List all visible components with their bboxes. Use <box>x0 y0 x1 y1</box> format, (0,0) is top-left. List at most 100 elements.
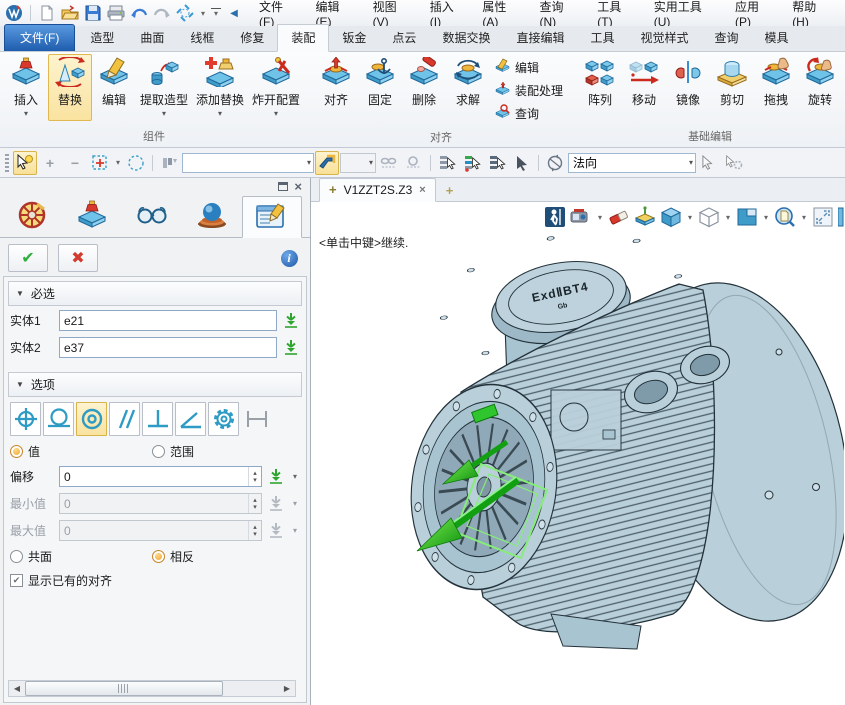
distance-constraint-button[interactable] <box>241 402 272 436</box>
ribbon-tab-visualstyle[interactable]: 视觉样式 <box>627 25 701 51</box>
toolbar-grip-handle[interactable] <box>5 154 9 172</box>
delete-align-button[interactable]: 删除 <box>402 54 446 121</box>
entity2-input[interactable] <box>60 338 276 357</box>
list-combobox-caret[interactable]: ▾ <box>369 158 373 167</box>
scroll-right-button[interactable]: ▶ <box>279 684 295 693</box>
pick-target-button[interactable] <box>175 3 195 23</box>
direction-combobox-caret[interactable]: ▾ <box>689 158 693 167</box>
align-button[interactable]: 对齐 <box>314 54 358 121</box>
direction-flip-button[interactable] <box>543 151 567 175</box>
save-button[interactable] <box>83 3 103 23</box>
edit-align-button[interactable]: 编辑 <box>492 57 566 78</box>
undo-button[interactable] <box>129 3 149 23</box>
gear-constraint-button[interactable] <box>208 402 239 436</box>
ribbon-tab-dataexchange[interactable]: 数据交换 <box>429 25 503 51</box>
angle-constraint-button[interactable] <box>175 402 206 436</box>
solve-button[interactable]: 求解 <box>446 54 490 121</box>
move-button[interactable]: 移动 <box>622 54 666 121</box>
graphics-viewport[interactable]: ▾ ▾ ▾ ▾ ▾ <单击中键>继续. <box>311 202 845 705</box>
pattern-button[interactable]: 阵列 <box>578 54 622 121</box>
customize-toolbar-caret[interactable]: ▾ <box>211 8 221 18</box>
panel-close-button[interactable]: × <box>294 182 302 192</box>
cut-button[interactable]: 剪切 <box>710 54 754 121</box>
required-section-header[interactable]: ▼ 必选 <box>8 281 302 306</box>
pick-lasso-button[interactable] <box>124 151 148 175</box>
info-button[interactable]: i <box>276 245 302 271</box>
ribbon-tab-mold[interactable]: 模具 <box>752 25 802 51</box>
tab-render[interactable] <box>182 195 242 237</box>
ribbon-tab-assembly[interactable]: 装配 <box>277 24 329 52</box>
cancel-button[interactable]: ✖ <box>58 244 98 272</box>
pick-filter-button[interactable] <box>157 151 181 175</box>
print-button[interactable] <box>106 3 126 23</box>
ribbon-file-tab[interactable]: 文件(F) <box>4 24 75 51</box>
options-section-header[interactable]: ▼ 选项 <box>8 372 302 397</box>
open-file-button[interactable] <box>60 3 80 23</box>
pick-list-button[interactable] <box>435 151 459 175</box>
ok-button[interactable]: ✔ <box>8 244 48 272</box>
escape-button[interactable] <box>315 151 339 175</box>
ribbon-tab-directedit[interactable]: 直接编辑 <box>503 25 577 51</box>
edit-component-button[interactable]: 编辑 <box>92 54 136 121</box>
chain-pick-button[interactable] <box>377 151 401 175</box>
entity1-input[interactable] <box>60 311 276 330</box>
collapse-toolbar-button[interactable]: ◀ <box>224 3 244 23</box>
pick-window-button[interactable] <box>88 151 112 175</box>
opposite-radio[interactable]: 相反 <box>152 548 294 565</box>
perpendicular-constraint-button[interactable] <box>142 402 173 436</box>
assembly-process-button[interactable]: 装配处理 <box>492 80 566 101</box>
document-tab[interactable]: + V1ZZT2S.Z3 × <box>319 178 436 202</box>
ribbon-tab-sheetmetal[interactable]: 钣金 <box>329 25 379 51</box>
add-pick-button[interactable]: + <box>38 151 62 175</box>
direction-combobox-input[interactable] <box>569 154 695 172</box>
pick-cursor-button[interactable] <box>697 151 721 175</box>
value-radio[interactable]: 值 <box>10 443 152 460</box>
coplanar-radio[interactable]: 共面 <box>10 548 152 565</box>
rotate-button[interactable]: 旋转 <box>798 54 842 121</box>
replace-component-button[interactable]: 替换 <box>48 54 92 121</box>
show-existing-checkbox[interactable]: ✔ 显示已有的对齐 <box>10 572 112 589</box>
filter-combobox-caret[interactable]: ▾ <box>307 158 311 167</box>
offset-options-caret[interactable]: ▾ <box>290 472 300 481</box>
tab-assembly[interactable] <box>62 195 122 237</box>
list-combobox[interactable]: ▾ <box>340 153 376 173</box>
mirror-button[interactable]: 镜像 <box>666 54 710 121</box>
ribbon-tab-surface[interactable]: 曲面 <box>127 25 177 51</box>
remove-pick-button[interactable]: − <box>63 151 87 175</box>
pick-list-color-button[interactable] <box>460 151 484 175</box>
entity2-pick-button[interactable] <box>282 339 300 357</box>
panel-horizontal-scrollbar[interactable]: ◀ ▶ <box>8 680 296 697</box>
document-tab-close-icon[interactable]: × <box>419 184 425 196</box>
offset-input[interactable] <box>60 467 248 486</box>
panel-restore-button[interactable] <box>278 182 288 191</box>
tab-input-form[interactable] <box>242 196 302 238</box>
redo-button[interactable] <box>152 3 172 23</box>
smart-pick-button[interactable] <box>13 151 37 175</box>
explode-config-button[interactable]: 炸开配置▾ <box>248 54 304 121</box>
offset-spinner[interactable]: ▴▾ <box>248 467 261 486</box>
extract-shape-button[interactable]: 提取造型▾ <box>136 54 192 121</box>
scrollbar-track[interactable] <box>25 681 279 696</box>
pick-last-button[interactable] <box>510 151 534 175</box>
entity1-pick-button[interactable] <box>282 312 300 330</box>
fix-button[interactable]: 固定 <box>358 54 402 121</box>
pick-settings-button[interactable] <box>722 151 746 175</box>
inquire-align-button[interactable]: 查询 <box>492 103 566 124</box>
loop-pick-button[interactable] <box>402 151 426 175</box>
tab-manager[interactable] <box>2 195 62 237</box>
ribbon-tab-wireframe[interactable]: 线框 <box>177 25 227 51</box>
tab-visibility[interactable] <box>122 195 182 237</box>
ribbon-tab-repair[interactable]: 修复 <box>227 25 277 51</box>
add-replace-button[interactable]: 添加替换▾ <box>192 54 248 121</box>
filter-combobox-input[interactable] <box>183 154 313 172</box>
new-file-button[interactable] <box>37 3 57 23</box>
parallel-constraint-button[interactable] <box>109 402 140 436</box>
new-document-tab-button[interactable]: + <box>436 180 464 201</box>
ribbon-tab-tools[interactable]: 工具 <box>577 25 627 51</box>
direction-combobox[interactable]: ▾ <box>568 153 696 173</box>
ribbon-tab-shape[interactable]: 造型 <box>77 25 127 51</box>
filter-combobox[interactable]: ▾ <box>182 153 314 173</box>
tangent-constraint-button[interactable] <box>43 402 74 436</box>
ribbon-tab-pointcloud[interactable]: 点云 <box>379 25 429 51</box>
ribbon-tab-inquire[interactable]: 查询 <box>702 25 752 51</box>
